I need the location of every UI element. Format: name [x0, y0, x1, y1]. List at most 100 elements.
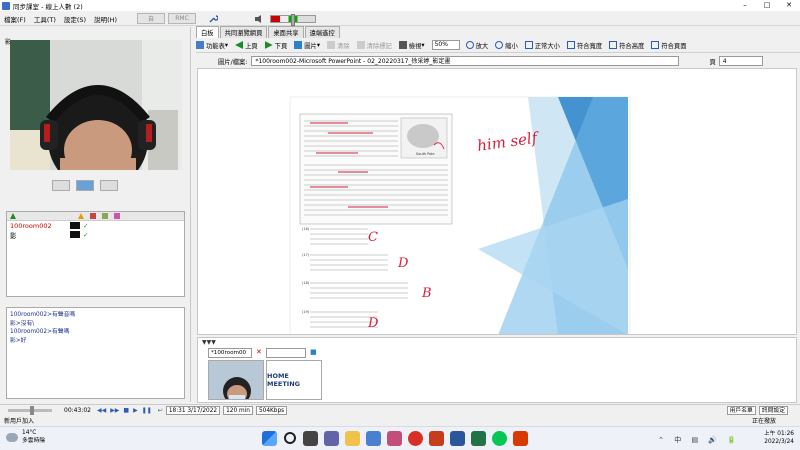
- handwritten-answer: D: [367, 316, 379, 331]
- fit-height-icon: [609, 41, 618, 49]
- status-bar: 新用戶加入 正在撥放: [0, 415, 800, 426]
- handwritten-answer: B: [421, 286, 432, 301]
- check-icon: ✓: [83, 230, 89, 239]
- add-source-icon[interactable]: ■: [310, 348, 317, 356]
- return-icon[interactable]: ↩: [158, 407, 163, 414]
- maximize-icon[interactable]: □: [756, 0, 778, 11]
- zoom-out-icon: [495, 41, 504, 49]
- input-language[interactable]: 中: [674, 436, 685, 444]
- teams-icon[interactable]: [324, 431, 339, 446]
- temperature: 14°C: [22, 430, 37, 436]
- tab-cobrowse[interactable]: 共同瀏覽網頁: [219, 26, 268, 38]
- search-icon[interactable]: [284, 432, 296, 444]
- check-icon: ✓: [83, 221, 89, 230]
- volume-meter[interactable]: [270, 13, 317, 26]
- image-button[interactable]: 圖片 ▾: [294, 41, 320, 50]
- title-bar: 同步課室 - 線上人數 (2) – □ ✕: [0, 0, 800, 11]
- close-source-icon[interactable]: ✕: [256, 348, 262, 356]
- user-list-header: [7, 212, 184, 221]
- whiteboard-canvas[interactable]: South Pole (16) (17) (18) (19) C D B D h…: [197, 68, 797, 335]
- self-button[interactable]: 自: [137, 13, 166, 24]
- pause-icon[interactable]: ❚❚: [142, 407, 152, 414]
- tab-whiteboard[interactable]: 白板: [196, 26, 219, 38]
- zoom-level-input[interactable]: 50%: [431, 40, 460, 50]
- menu-help[interactable]: 說明(H): [90, 14, 121, 24]
- line-icon[interactable]: [492, 431, 507, 446]
- person-icon[interactable]: [52, 180, 70, 191]
- tab-desktop-share[interactable]: 桌面共享: [268, 26, 304, 38]
- word-icon[interactable]: [450, 431, 465, 446]
- powerpoint-icon[interactable]: [429, 431, 444, 446]
- task-view-icon[interactable]: [303, 431, 318, 446]
- menu-file[interactable]: 檔案(F): [0, 14, 30, 24]
- play-icon[interactable]: ▶: [133, 407, 138, 414]
- weather-widget[interactable]: 14°C 多雲時陰: [6, 430, 45, 445]
- clock[interactable]: 上午 01:26 2022/3/24: [764, 430, 794, 446]
- meeting-app-icon[interactable]: [513, 431, 528, 446]
- system-tray[interactable]: ⌃ 中 ▤ 🔊 🔋: [658, 435, 740, 445]
- user-row[interactable]: 影 ✓: [7, 230, 184, 240]
- target-select[interactable]: [266, 348, 306, 358]
- wrench-icon[interactable]: [208, 14, 219, 24]
- close-icon[interactable]: ✕: [778, 0, 800, 11]
- tab-bar: 白板 共同瀏覽網頁 桌面共享 遠端遙控: [196, 26, 800, 38]
- thumbnail-logo[interactable]: HOME MEETING: [266, 360, 322, 400]
- user-name: 影: [10, 231, 17, 240]
- zoom-in-button[interactable]: 放大: [465, 41, 488, 50]
- chrome-icon[interactable]: [408, 431, 423, 446]
- fit-page-icon: [651, 41, 660, 49]
- user-list-button[interactable]: 用戶名單: [726, 405, 756, 415]
- stop-icon[interactable]: ■: [123, 407, 129, 414]
- excel-icon[interactable]: [471, 431, 486, 446]
- bitrate: 504Kbps: [255, 405, 288, 415]
- share-cam-icon[interactable]: [76, 180, 94, 191]
- chat-message: 100room002>有聲音嗎: [10, 312, 76, 318]
- menu-settings[interactable]: 設定(S): [60, 14, 90, 24]
- rewind-icon[interactable]: ◀◀: [97, 407, 106, 414]
- status-icon: [70, 231, 80, 238]
- rmc-button[interactable]: RMC: [168, 13, 197, 24]
- fit-width-button[interactable]: 符合寬度: [566, 41, 602, 50]
- user-name: 100room002: [10, 221, 52, 230]
- normal-size-icon: [524, 41, 533, 49]
- fit-width-icon: [566, 41, 575, 49]
- chat-log[interactable]: 100room002>有聲音嗎 影>沒有\ 100room002>有聲嗎 影>好: [6, 307, 185, 399]
- mic-icon: [102, 213, 108, 219]
- store-icon[interactable]: [387, 431, 402, 446]
- handwritten-answer: D: [397, 256, 409, 271]
- user-list: 100room002 ✓ 影 ✓: [6, 211, 185, 297]
- question-number: (19): [302, 310, 310, 314]
- pan-button[interactable]: 檢視 ▾: [398, 41, 425, 50]
- edge-icon[interactable]: [366, 431, 381, 446]
- windows-start-icon[interactable]: [262, 431, 277, 446]
- clear-button[interactable]: 清除: [327, 41, 350, 50]
- next-page-button[interactable]: 下頁: [264, 41, 287, 50]
- normal-size-button[interactable]: 正常大小: [524, 41, 560, 50]
- fit-height-button[interactable]: 符合高度: [609, 41, 644, 50]
- speaker-icon[interactable]: [254, 14, 264, 24]
- seek-slider[interactable]: [8, 405, 52, 415]
- menu-tools[interactable]: 工具(T): [30, 14, 60, 24]
- source-select[interactable]: *100room00: [208, 348, 252, 358]
- file-explorer-icon[interactable]: [345, 431, 360, 446]
- page-select[interactable]: 4: [718, 56, 763, 66]
- clear-marks-button[interactable]: 清除標記: [356, 41, 392, 50]
- file-label: 圖片/檔案:: [218, 58, 248, 66]
- slide-strip: ▼▼▼ *100room00 ✕ ■ HOME MEETING: [197, 337, 797, 403]
- camera-controls: [52, 180, 118, 191]
- status-left: 新用戶加入: [4, 418, 35, 425]
- function-menu-button[interactable]: 功能表 ▾: [196, 41, 228, 50]
- tab-remote-control[interactable]: 遠端遙控: [304, 26, 340, 38]
- forward-icon[interactable]: ▶▶: [110, 407, 119, 414]
- question-number: (16): [302, 227, 310, 231]
- prev-page-button[interactable]: 上頁: [235, 41, 258, 50]
- minimize-icon[interactable]: –: [734, 0, 756, 11]
- collapse-arrows-icon[interactable]: ▼▼▼: [202, 339, 216, 346]
- settings-button[interactable]: 訊問設定: [758, 405, 788, 415]
- duration: 120 min: [223, 405, 253, 415]
- film-icon[interactable]: [100, 180, 118, 191]
- zoom-out-button[interactable]: 縮小: [495, 41, 518, 50]
- thumbnail-cam[interactable]: [208, 360, 264, 400]
- fit-page-button[interactable]: 符合頁面: [651, 41, 687, 50]
- file-select[interactable]: *100room002-Microsoft PowerPoint - 02_20…: [251, 56, 680, 66]
